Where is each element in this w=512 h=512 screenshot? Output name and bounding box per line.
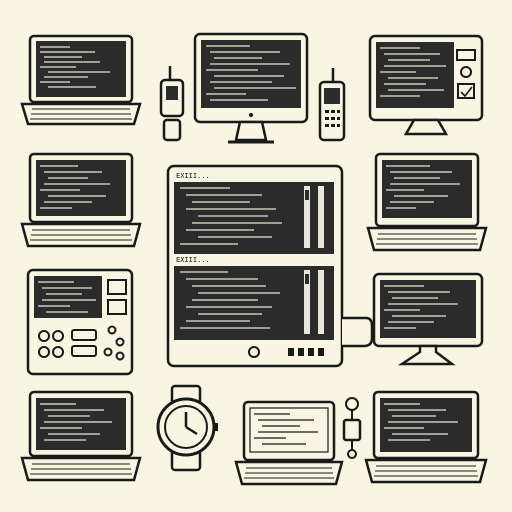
laptop-icon [20,34,142,126]
laptop-icon [20,152,142,248]
device-illustration: EXIII... EXIII... [0,0,512,512]
laptop-icon [364,390,488,484]
bottom-panel-title: EXIII... [176,256,210,264]
bottom-code-panel: EXIII... [174,256,334,340]
top-panel-title: EXIII... [176,172,210,180]
keypad [325,110,340,127]
laptop-icon [234,400,344,486]
laptop-icon [20,390,142,482]
desktop-monitor-icon [368,34,484,136]
central-monitor: EXIII... EXIII... [166,164,374,368]
top-code-panel: EXIII... [174,172,334,254]
laptop-icon [366,152,488,252]
control-panel-device-icon [26,268,134,376]
